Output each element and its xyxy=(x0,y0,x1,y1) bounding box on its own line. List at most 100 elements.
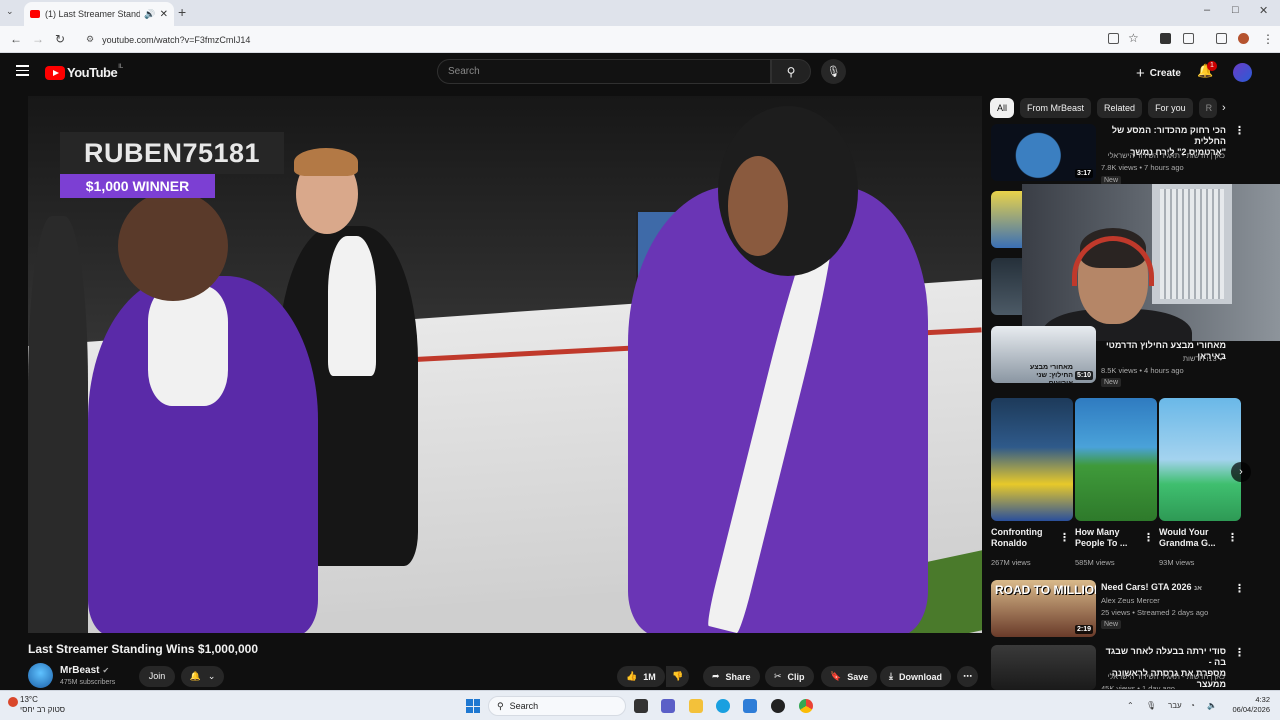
search-button[interactable]: ⚲ xyxy=(771,59,811,84)
tray-expand-icon[interactable]: ⌃ xyxy=(1127,701,1134,710)
rec-6-meta: 45K views • 1 day ago xyxy=(1101,684,1175,689)
chip-related[interactable]: Related xyxy=(1097,98,1143,118)
short-2-title[interactable]: How Many People To ... xyxy=(1075,527,1141,549)
system-clock[interactable]: 4:32 06/04/2026 xyxy=(1226,695,1270,715)
short-1-thumbnail[interactable] xyxy=(991,398,1073,521)
store-icon[interactable] xyxy=(743,699,757,713)
address-toolbar: ← → ↻ ⚙ youtube.com/watch?v=F3fmzCmIJ14 … xyxy=(0,26,1280,53)
clip-label: Clip xyxy=(787,671,805,682)
profile-avatar-icon[interactable] xyxy=(1238,33,1249,44)
clip-button[interactable]: ✂ Clip xyxy=(765,666,814,687)
browser-tab[interactable]: (1) Last Streamer Standing 🔊 ✕ xyxy=(24,2,174,26)
subscribed-bell-button[interactable]: 🔔 ⌄ xyxy=(181,666,224,687)
new-badge: New xyxy=(1101,378,1122,387)
chevron-right-icon[interactable]: › xyxy=(1222,102,1226,114)
video-frame-person xyxy=(148,286,228,406)
rec-1-channel[interactable]: כאן | חדשות - תאגיד השידור הישראלי xyxy=(1101,150,1225,161)
rec-6-thumbnail[interactable] xyxy=(991,645,1096,690)
volume-icon[interactable]: 🔈 xyxy=(1207,701,1217,710)
account-avatar[interactable] xyxy=(1233,63,1252,82)
rec-5-channel[interactable]: Alex Zeus Mercer xyxy=(1101,595,1160,606)
short-2-views: 585M views xyxy=(1075,558,1115,567)
extensions-puzzle-icon[interactable] xyxy=(1183,33,1194,44)
short-3-views: 93M views xyxy=(1159,558,1195,567)
rec-5-thumbnail[interactable]: ROAD TO MILLION 2:19 xyxy=(991,580,1096,637)
maximize-button[interactable]: □ xyxy=(1232,4,1239,16)
rec-4-thumbnail[interactable]: מאחורי מבצע החילוץ: שני אירועים 5:10 xyxy=(991,326,1096,383)
short-2-thumbnail[interactable] xyxy=(1075,398,1157,521)
speaker-icon[interactable]: 🔊 xyxy=(144,9,155,20)
close-window-button[interactable]: ✕ xyxy=(1259,4,1268,17)
rec-5-meta: 25 views • Streamed 2 days ago xyxy=(1101,608,1209,617)
rec-5-title[interactable]: Need Cars! GTA 2026 אנ xyxy=(1101,582,1225,594)
chip-recently-uploaded[interactable]: R xyxy=(1198,98,1217,118)
menu-icon[interactable] xyxy=(16,65,29,79)
tab-close-icon[interactable]: ✕ xyxy=(160,9,168,20)
teams-icon[interactable] xyxy=(661,699,675,713)
video-player[interactable]: RUBEN75181 $1,000 WINNER xyxy=(28,96,982,633)
rec-6-more-icon[interactable]: ⋮ xyxy=(1234,646,1245,659)
reload-icon[interactable]: ↻ xyxy=(55,32,65,46)
like-button[interactable]: 👍 1M xyxy=(617,666,665,687)
rec-1-more-icon[interactable]: ⋮ xyxy=(1234,124,1245,137)
chip-from-mrbeast[interactable]: From MrBeast xyxy=(1020,98,1092,118)
chip-for-you[interactable]: For you xyxy=(1148,98,1193,118)
rec-4-channel[interactable]: ✔ i13 חדשות xyxy=(1101,353,1225,364)
search-input[interactable]: Search xyxy=(437,59,771,84)
short-2-more-icon[interactable]: ⋮ xyxy=(1143,531,1154,544)
windows-start-icon[interactable] xyxy=(466,699,480,713)
save-button[interactable]: 🔖 Save xyxy=(821,666,878,687)
voice-search-button[interactable]: 🎙 xyxy=(821,59,846,84)
file-explorer-icon[interactable] xyxy=(689,699,703,713)
bookmark-star-icon[interactable]: ☆ xyxy=(1128,31,1139,45)
chrome-icon[interactable] xyxy=(799,699,813,713)
short-3-title[interactable]: Would Your Grandma G... xyxy=(1159,527,1225,549)
more-horizontal-icon: ⋯ xyxy=(963,671,972,681)
new-tab-button[interactable]: + xyxy=(178,4,186,20)
input-language[interactable]: עבר xyxy=(1168,701,1182,710)
shorts-next-button[interactable]: › xyxy=(1231,462,1251,482)
plus-icon: + xyxy=(1136,64,1145,82)
taskbar-search[interactable]: ⚲ Search xyxy=(488,696,626,716)
youtube-logo[interactable]: YouTube IL xyxy=(45,64,123,80)
rec-1-thumbnail[interactable]: 3:17 xyxy=(991,124,1096,181)
duration: 5:10 xyxy=(1074,371,1093,380)
url-bar[interactable]: ⚙ youtube.com/watch?v=F3fmzCmIJ14 xyxy=(80,30,1098,49)
share-button[interactable]: ➦ Share xyxy=(703,666,760,687)
winner-overlay: RUBEN75181 $1,000 WINNER xyxy=(60,132,284,202)
channel-name[interactable]: MrBeast ✔ xyxy=(60,665,109,676)
back-icon[interactable]: ← xyxy=(10,32,22,46)
site-info-icon[interactable]: ⚙ xyxy=(86,34,94,45)
steam-icon[interactable] xyxy=(771,699,785,713)
short-3-thumbnail[interactable] xyxy=(1159,398,1241,521)
media-control-icon[interactable] xyxy=(1216,33,1227,44)
install-app-icon[interactable] xyxy=(1108,33,1119,44)
wifi-icon[interactable]: ◔ xyxy=(1190,701,1195,710)
edge-icon[interactable] xyxy=(716,699,730,713)
short-3-more-icon[interactable]: ⋮ xyxy=(1227,531,1238,544)
chip-all[interactable]: All xyxy=(990,98,1015,118)
short-1-more-icon[interactable]: ⋮ xyxy=(1059,531,1070,544)
browser-menu-icon[interactable]: ⋮ xyxy=(1262,32,1274,46)
microphone-tray-icon[interactable]: 🎙 xyxy=(1146,701,1156,710)
webcam-overlay xyxy=(1022,184,1280,341)
more-actions-button[interactable]: ⋯ xyxy=(957,666,978,687)
extension-icon[interactable] xyxy=(1160,33,1171,44)
filter-chips: All From MrBeast Related For you R xyxy=(990,98,1217,118)
download-button[interactable]: ⤓ Download xyxy=(880,666,951,687)
create-button[interactable]: + Create xyxy=(1128,61,1189,85)
weather-widget[interactable]: 13°C סטוק רב יחסי xyxy=(8,695,65,715)
rec-5-more-icon[interactable]: ⋮ xyxy=(1234,582,1245,595)
rec-6-channel[interactable]: כאן | חדשות - תאגיד השידור הישראלי xyxy=(1101,671,1225,682)
share-icon: ➦ xyxy=(712,671,720,681)
task-view-icon[interactable] xyxy=(634,699,648,713)
minimize-button[interactable]: – xyxy=(1204,4,1210,16)
short-1-title[interactable]: Confronting Ronaldo xyxy=(991,527,1051,549)
join-button[interactable]: Join xyxy=(139,666,175,687)
dislike-button[interactable]: 👎 xyxy=(666,666,690,687)
rec-1-meta: 7.8K views • 7 hours ago xyxy=(1101,163,1184,172)
channel-avatar[interactable] xyxy=(28,663,53,688)
tab-search-icon[interactable]: ⌄ xyxy=(6,6,14,17)
forward-icon[interactable]: → xyxy=(32,32,44,46)
subscriber-count: 475M subscribers xyxy=(60,679,116,686)
